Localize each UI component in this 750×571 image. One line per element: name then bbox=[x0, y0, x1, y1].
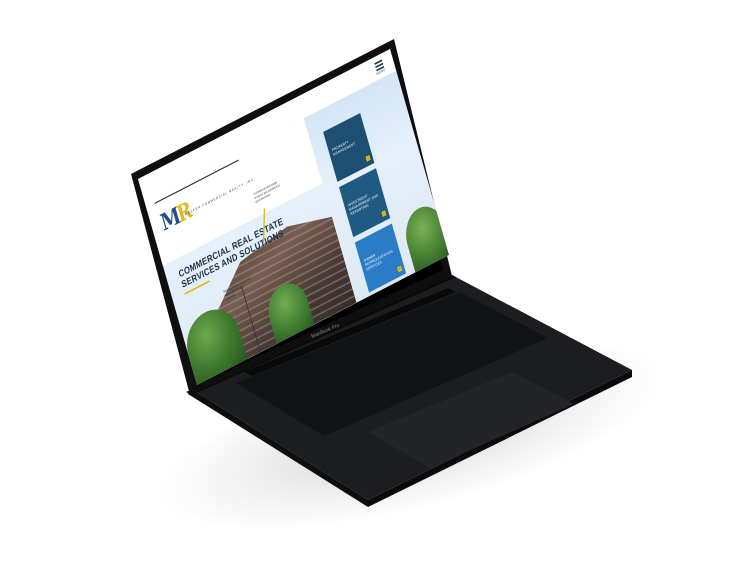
hamburger-menu-button[interactable]: MENU bbox=[370, 56, 390, 80]
service-label: PROPERTY MANAGEMENT bbox=[331, 140, 356, 157]
arrow-right-icon: › bbox=[397, 265, 403, 273]
service-label: OWNER REPRESENTATION SERVICES bbox=[363, 249, 394, 272]
arrow-right-icon: › bbox=[381, 210, 387, 218]
service-label: INVESTMENT MANAGEMENT AND REPORTING bbox=[347, 193, 379, 217]
arrow-right-icon: › bbox=[365, 154, 371, 162]
